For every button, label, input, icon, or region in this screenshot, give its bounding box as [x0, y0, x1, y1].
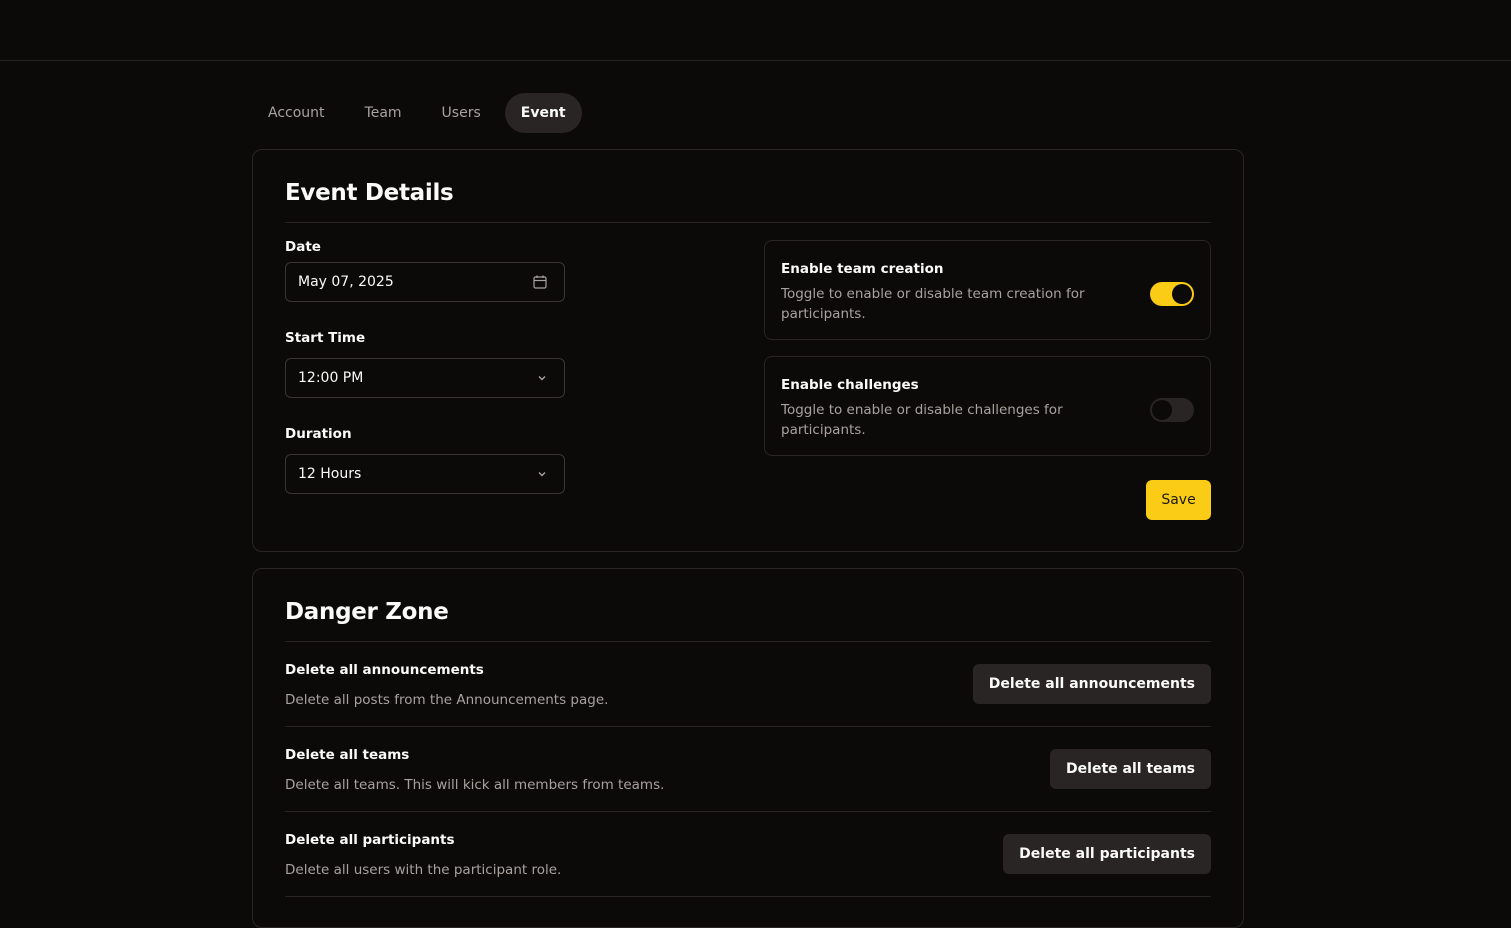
challenges-description: Toggle to enable or disable challenges f… [781, 402, 1063, 438]
delete-participants-title: Delete all participants [285, 832, 455, 848]
date-value: May 07, 2025 [298, 274, 394, 290]
divider [285, 726, 1211, 727]
date-picker[interactable]: May 07, 2025 [285, 262, 565, 302]
team-creation-toggle-box: Enable team creation Toggle to enable or… [764, 240, 1211, 340]
switch-knob [1172, 284, 1192, 304]
calendar-icon [532, 274, 548, 290]
date-label: Date [285, 239, 321, 255]
delete-all-teams-button[interactable]: Delete all teams [1050, 749, 1211, 789]
tab-users[interactable]: Users [426, 93, 497, 133]
team-creation-description: Toggle to enable or disable team creatio… [781, 286, 1085, 322]
duration-value: 12 Hours [298, 466, 362, 482]
event-details-title: Event Details [285, 180, 454, 206]
divider [285, 222, 1211, 223]
divider [285, 811, 1211, 812]
delete-teams-description: Delete all teams. This will kick all mem… [285, 777, 665, 793]
challenges-switch[interactable] [1150, 398, 1194, 422]
tab-account[interactable]: Account [252, 93, 341, 133]
chevron-down-icon [536, 468, 548, 480]
challenges-toggle-box: Enable challenges Toggle to enable or di… [764, 356, 1211, 456]
duration-select[interactable]: 12 Hours [285, 454, 565, 494]
settings-tabs: Account Team Users Event [252, 93, 582, 133]
team-creation-title: Enable team creation [781, 261, 944, 277]
danger-zone-title: Danger Zone [285, 599, 449, 625]
save-button[interactable]: Save [1146, 480, 1211, 520]
event-details-card: Event Details Date May 07, 2025 Start Ti… [252, 149, 1244, 552]
divider [285, 641, 1211, 642]
top-navbar [0, 0, 1511, 61]
duration-label: Duration [285, 426, 352, 442]
start-time-label: Start Time [285, 330, 366, 346]
tab-event[interactable]: Event [504, 93, 582, 133]
team-creation-switch[interactable] [1150, 282, 1194, 306]
start-time-select[interactable]: 12:00 PM [285, 358, 565, 398]
delete-participants-description: Delete all users with the participant ro… [285, 862, 562, 878]
delete-all-participants-button[interactable]: Delete all participants [1003, 834, 1211, 874]
challenges-title: Enable challenges [781, 377, 919, 393]
chevron-down-icon [536, 372, 548, 384]
tab-team[interactable]: Team [349, 93, 418, 133]
start-time-value: 12:00 PM [298, 370, 364, 386]
switch-knob [1152, 400, 1172, 420]
delete-announcements-description: Delete all posts from the Announcements … [285, 692, 609, 708]
delete-teams-title: Delete all teams [285, 747, 410, 763]
danger-zone-card: Danger Zone Delete all announcements Del… [252, 568, 1244, 928]
delete-all-announcements-button[interactable]: Delete all announcements [972, 664, 1211, 704]
delete-announcements-title: Delete all announcements [285, 662, 484, 678]
